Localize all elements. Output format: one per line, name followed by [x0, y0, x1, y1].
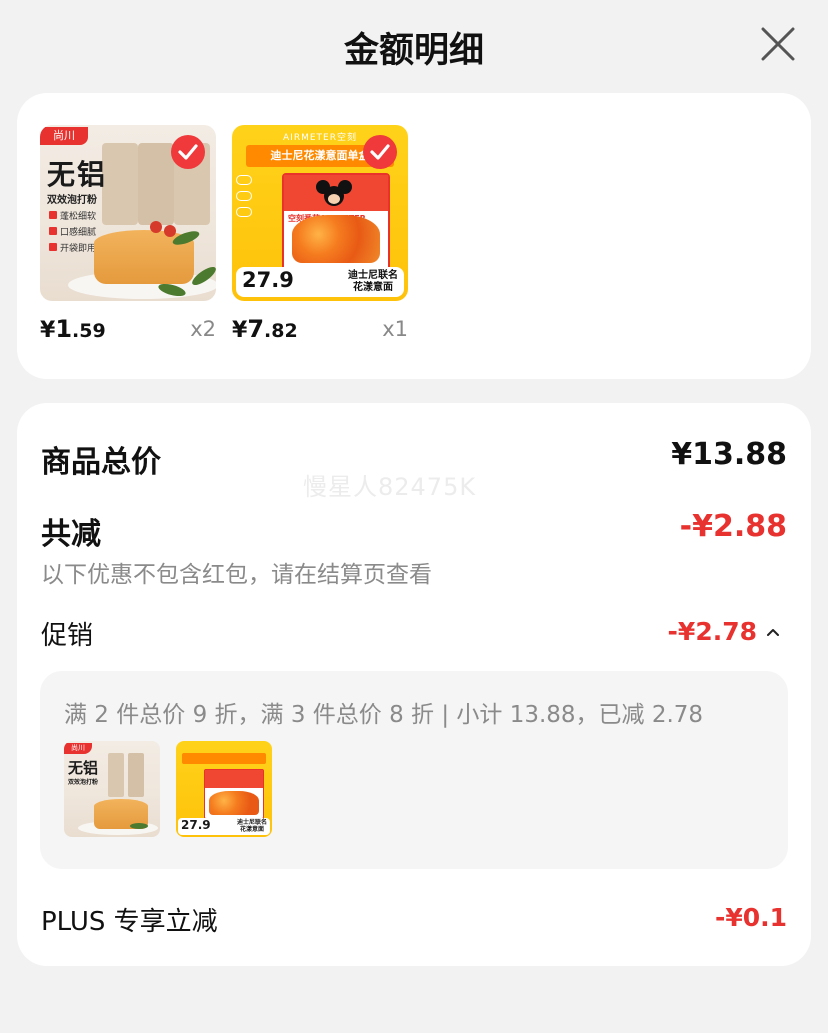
- brand-logo: 尚川: [40, 127, 88, 145]
- product-quantity: x1: [382, 317, 408, 341]
- promo-product-thumb[interactable]: 27.9 迪士尼联名 花漾意面: [176, 741, 272, 837]
- product-price: ¥7.82: [232, 315, 298, 343]
- plus-discount-value: -¥0.1: [714, 903, 787, 932]
- product-image-pasta[interactable]: AIRMETER空刻 迪士尼花漾意面单盒 空刻番茄AIRMETER 2: [232, 125, 408, 301]
- discount-label: 共减: [41, 517, 101, 552]
- price-row: ¥7.82 x1: [232, 315, 408, 347]
- discount-value: -¥2.88: [679, 509, 787, 544]
- chevron-up-icon[interactable]: [766, 625, 780, 639]
- mickey-mouse-icon: [316, 180, 352, 206]
- product-price: ¥1.59: [40, 315, 106, 343]
- promo-value[interactable]: -¥2.78: [668, 617, 757, 646]
- products-card: 尚川 无铝 双效泡打粉 蓬松细软 口感细腻 开袋即用 ¥1.59 x2 AIRM…: [17, 93, 811, 379]
- checkmark-icon[interactable]: [363, 135, 397, 169]
- page-title: 金额明细: [343, 31, 484, 71]
- header: 金额明细: [0, 0, 828, 88]
- promo-detail-text: 满 2 件总价 9 折，满 3 件总价 8 折 | 小计 13.88，已减 2.…: [64, 702, 704, 728]
- discount-hint: 以下优惠不包含红包，请在结算页查看: [41, 562, 432, 588]
- promo-detail-box: 满 2 件总价 9 折，满 3 件总价 8 折 | 小计 13.88，已减 2.…: [40, 671, 788, 869]
- product-quantity: x2: [190, 317, 216, 341]
- close-icon[interactable]: [756, 22, 800, 66]
- price-row: ¥1.59 x2: [40, 315, 216, 347]
- promo-label: 促销: [41, 621, 94, 651]
- product-image-baking-powder[interactable]: 尚川 无铝 双效泡打粉 蓬松细软 口感细腻 开袋即用: [40, 125, 216, 301]
- summary-card: 商品总价 ¥13.88 慢星人82475K 共减 -¥2.88 以下优惠不包含红…: [17, 403, 811, 966]
- total-label: 商品总价: [41, 445, 161, 480]
- plus-discount-label: PLUS 专享立减: [41, 907, 218, 937]
- total-value: ¥13.88: [671, 437, 787, 472]
- watermark: 慢星人82475K: [303, 473, 477, 501]
- promo-product-thumb[interactable]: 尚川 无铝 双效泡打粉: [64, 741, 160, 837]
- checkmark-icon[interactable]: [171, 135, 205, 169]
